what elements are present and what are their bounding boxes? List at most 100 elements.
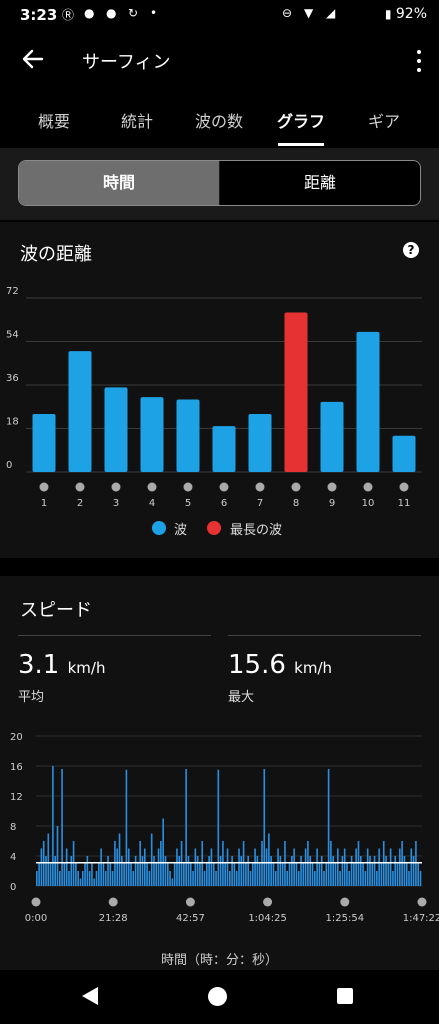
- speed-bar: [332, 856, 335, 886]
- speed-bar: [362, 863, 364, 886]
- speed-bar: [334, 863, 337, 886]
- speed-bar: [54, 856, 56, 886]
- speed-bar: [323, 871, 325, 886]
- speed-bar: [224, 863, 227, 886]
- speed-bar: [91, 863, 93, 886]
- system-nav-bar: [0, 972, 439, 1024]
- speed-bar: [153, 856, 155, 886]
- y-tick-label: 8: [10, 822, 16, 833]
- legend-label-longest: 最長の波: [230, 523, 283, 538]
- app-bar: サーフィン: [0, 34, 439, 86]
- speed-bar: [130, 863, 132, 886]
- speed-bar: [185, 769, 187, 886]
- nav-recents-icon[interactable]: [337, 988, 353, 1004]
- speed-bar: [107, 856, 109, 886]
- y-tick-label: 16: [10, 762, 23, 773]
- wave-bar: [68, 351, 92, 472]
- max-speed-value: 15.6 km/h: [228, 650, 332, 680]
- speed-bar: [394, 856, 397, 886]
- speed-bar: [127, 848, 130, 886]
- speed-bar: [343, 848, 346, 886]
- avg-speed-value: 3.1 km/h: [18, 650, 105, 680]
- speed-bar: [164, 856, 167, 886]
- wave-bar: [176, 399, 200, 472]
- speed-bar: [341, 856, 344, 886]
- speed-bar: [325, 863, 328, 886]
- speed-bar: [157, 848, 160, 886]
- speed-bar: [100, 848, 102, 886]
- toggle-distance-button[interactable]: 距離: [220, 161, 420, 205]
- tab-wave-count[interactable]: 波の数: [195, 108, 243, 132]
- divider: [228, 635, 421, 636]
- wave-bar: [284, 312, 308, 472]
- tab-stats[interactable]: 統計: [121, 108, 153, 132]
- tab-graph[interactable]: グラフ: [277, 108, 325, 132]
- x-tick-dot: [417, 897, 427, 907]
- x-tick-dot: [183, 482, 193, 492]
- toggle-time-button[interactable]: 時間: [19, 161, 219, 205]
- speed-x-axis-label: 時間（時：分：秒）: [160, 953, 278, 968]
- speed-bar: [336, 848, 339, 886]
- speed-bar: [256, 856, 259, 886]
- speed-bar: [376, 871, 378, 886]
- x-tick-label: 42:57: [176, 913, 205, 924]
- speed-bar: [373, 856, 376, 886]
- speed-bar: [286, 871, 289, 886]
- x-tick-dot: [263, 897, 273, 907]
- speed-bar: [215, 871, 217, 886]
- notification-r-icon: Ⓡ: [62, 8, 75, 22]
- speed-bar: [350, 856, 353, 886]
- speed-bar: [410, 848, 413, 886]
- arrow-left-icon[interactable]: [20, 46, 46, 72]
- more-vert-icon[interactable]: [415, 48, 423, 72]
- x-tick-label: 2: [77, 498, 83, 509]
- nav-back-icon[interactable]: [82, 987, 98, 1005]
- speed-bar: [311, 863, 314, 886]
- speed-bar: [385, 856, 387, 886]
- speed-bar: [297, 871, 300, 886]
- x-tick-dot: [327, 482, 337, 492]
- speed-bar: [233, 863, 236, 886]
- wave-bar: [104, 387, 128, 472]
- x-tick-dot: [39, 482, 49, 492]
- speed-bar: [40, 848, 43, 886]
- tab-summary[interactable]: 概要: [38, 108, 70, 132]
- speed-bar: [387, 863, 390, 886]
- page-title: サーフィン: [82, 52, 171, 73]
- wave-bar: [356, 331, 380, 472]
- signal-icon: ◢: [326, 6, 336, 20]
- divider: [18, 635, 211, 636]
- speed-bar: [272, 863, 275, 886]
- wave-bar: [32, 414, 56, 472]
- speed-bar: [199, 863, 201, 886]
- nav-home-icon[interactable]: [208, 987, 227, 1006]
- speed-bar: [210, 848, 213, 886]
- speed-bar: [346, 863, 348, 886]
- x-tick-dot: [147, 482, 157, 492]
- speed-bar: [111, 871, 114, 886]
- speed-bar: [235, 871, 238, 886]
- x-tick-dot: [75, 482, 85, 492]
- line-app-icon: ●: [106, 6, 117, 20]
- speed-bar: [70, 856, 73, 886]
- speed-bar: [293, 848, 295, 886]
- speed-bar: [291, 856, 293, 886]
- speed-bar: [75, 863, 77, 886]
- tab-gear[interactable]: ギア: [368, 108, 400, 132]
- speed-bar: [194, 848, 197, 886]
- speed-bar: [403, 856, 406, 886]
- speed-bar: [371, 863, 374, 886]
- x-tick-label: 4: [149, 498, 155, 509]
- speed-bar: [392, 871, 394, 886]
- speed-bar: [203, 871, 206, 886]
- help-circle-icon[interactable]: ?: [403, 242, 419, 258]
- max-speed-number: 15.6: [228, 650, 286, 680]
- speed-bar: [268, 833, 270, 886]
- wave-bar: [140, 397, 164, 472]
- speed-bar: [369, 856, 371, 886]
- speed-bar: [125, 769, 128, 886]
- x-tick-dot: [291, 482, 301, 492]
- battery-icon: ▮ 92%: [384, 6, 427, 22]
- speed-bar: [166, 863, 169, 886]
- x-tick-label: 21:28: [99, 913, 128, 924]
